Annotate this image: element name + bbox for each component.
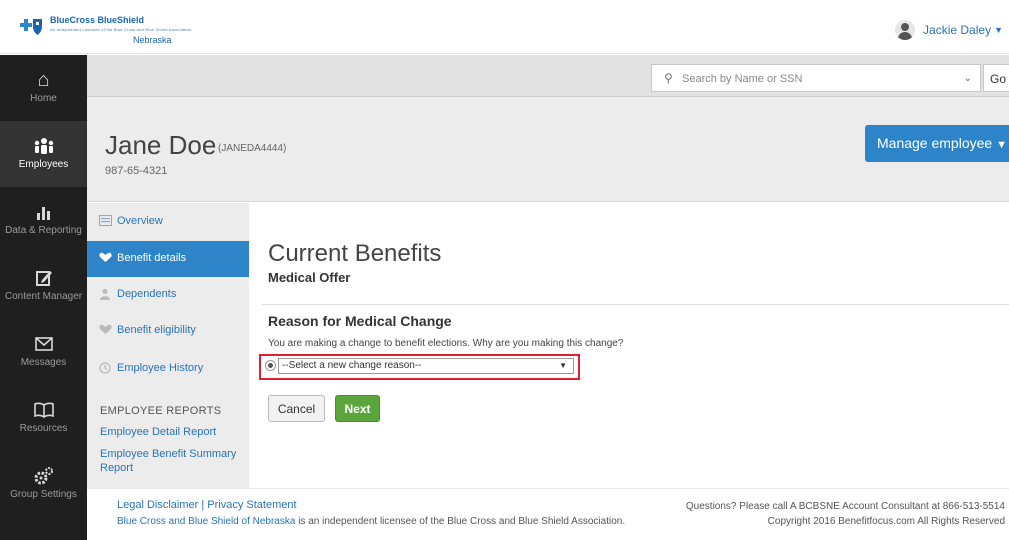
page-subtitle: Medical Offer: [268, 270, 351, 285]
bcbs-nebraska-link[interactable]: Blue Cross and Blue Shield of Nebraska: [117, 516, 295, 527]
cancel-button[interactable]: Cancel: [268, 395, 325, 422]
envelope-icon: [0, 331, 87, 357]
footer-questions: Questions? Please call A BCBSNE Account …: [685, 501, 1005, 512]
subnav-label: Dependents: [117, 288, 177, 300]
employee-id: (JANEDA4444): [218, 143, 287, 154]
nav-label: Resources: [19, 423, 68, 434]
license-statement: is an independent licensee of the Blue C…: [295, 516, 626, 527]
nav-label: Home: [30, 93, 57, 104]
page-title: Current Benefits: [268, 240, 442, 267]
nav-item-resources[interactable]: Resources: [0, 385, 87, 451]
manage-employee-button[interactable]: Manage employee ▼: [865, 125, 1009, 162]
search-input[interactable]: ⚲ Search by Name or SSN ⌄: [651, 64, 981, 92]
subnav-employee-history[interactable]: Employee History: [87, 351, 249, 387]
book-icon: [0, 397, 87, 423]
overview-icon: [99, 215, 112, 226]
benefit-details-icon: [99, 252, 112, 263]
divider: [262, 304, 1009, 305]
nav-item-content-manager[interactable]: Content Manager: [0, 253, 87, 319]
subnav-overview[interactable]: Overview: [87, 204, 249, 240]
person-icon: [99, 288, 111, 300]
search-placeholder: Search by Name or SSN: [682, 73, 803, 85]
footer-license-text: Blue Cross and Blue Shield of Nebraska i…: [117, 516, 625, 527]
nav-item-employees[interactable]: Employees: [0, 121, 87, 187]
bcbs-logo[interactable]: BlueCross BlueShield Nebraska An Indepen…: [16, 15, 191, 45]
dropdown-arrow-icon: ▼: [559, 361, 567, 370]
subnav-benefit-details[interactable]: Benefit details: [87, 241, 249, 277]
heart-icon: [99, 324, 112, 335]
employee-benefit-summary-report-link[interactable]: Employee Benefit Summary Report: [100, 447, 240, 475]
change-reason-radio[interactable]: [265, 360, 276, 371]
user-name: Jackie Daley: [923, 23, 992, 37]
manage-employee-label: Manage employee: [877, 135, 993, 151]
bar-chart-icon: [0, 199, 87, 225]
employee-name: Jane Doe: [105, 130, 217, 160]
chevron-down-icon: ▼: [996, 139, 1007, 151]
clock-icon: [99, 362, 111, 374]
chevron-down-icon: ▼: [994, 25, 1003, 35]
go-button[interactable]: Go: [983, 64, 1009, 92]
chevron-down-icon[interactable]: ⌄: [964, 73, 972, 84]
reason-instructions: You are making a change to benefit elect…: [268, 338, 624, 349]
logo-brand: BlueCross BlueShield: [50, 15, 145, 25]
change-reason-select[interactable]: --Select a new change reason-- ▼: [278, 358, 574, 374]
employee-reports-heading: EMPLOYEE REPORTS: [100, 405, 222, 417]
nav-item-group-settings[interactable]: Group Settings: [0, 451, 87, 517]
search-icon: ⚲: [664, 71, 673, 85]
left-nav: ⌂ Home Employees Data & Reporting Conten…: [0, 55, 87, 540]
employee-ssn: 987-65-4321: [105, 165, 168, 177]
people-icon: [0, 133, 87, 159]
nav-item-home[interactable]: ⌂ Home: [0, 55, 87, 121]
subnav-label: Overview: [117, 215, 163, 227]
subnav-dependents[interactable]: Dependents: [87, 277, 249, 313]
avatar-icon: [895, 20, 916, 40]
pencil-icon: [0, 265, 87, 291]
subnav-label: Benefit eligibility: [117, 324, 196, 336]
nav-label: Content Manager: [4, 291, 83, 302]
subnav-label: Benefit details: [117, 252, 187, 264]
subnav-benefit-eligibility[interactable]: Benefit eligibility: [87, 313, 249, 349]
bcbs-cross-shield-icon: [16, 16, 46, 38]
footer-copyright: Copyright 2016 Benefitfocus.com All Righ…: [767, 516, 1005, 527]
subnav-label: Employee History: [117, 362, 204, 374]
home-icon: ⌂: [37, 69, 50, 91]
nav-item-data-reporting[interactable]: Data & Reporting: [0, 187, 87, 253]
nav-item-messages[interactable]: Messages: [0, 319, 87, 385]
gears-icon: [0, 463, 87, 489]
nav-label: Data & Reporting: [5, 225, 82, 236]
nav-label: Employees: [18, 159, 69, 170]
reason-heading: Reason for Medical Change: [268, 313, 452, 329]
nav-label: Messages: [20, 357, 67, 368]
change-reason-value: --Select a new change reason--: [282, 360, 422, 371]
footer: [87, 488, 1009, 540]
employee-detail-report-link[interactable]: Employee Detail Report: [100, 425, 240, 439]
next-button[interactable]: Next: [335, 395, 380, 422]
nav-label: Group Settings: [10, 489, 77, 500]
legal-privacy-links[interactable]: Legal Disclaimer | Privacy Statement: [117, 499, 297, 511]
user-menu[interactable]: Jackie Daley ▼: [895, 20, 1003, 40]
